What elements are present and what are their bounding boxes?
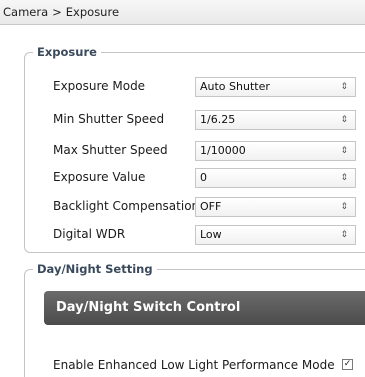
breadcrumb-current: Exposure	[65, 5, 120, 19]
select-arrows-icon: ⇕	[340, 230, 348, 240]
breadcrumb: Camera > Exposure	[0, 0, 365, 25]
backlight-compensation-label: Backlight Compensation	[53, 199, 200, 213]
select-arrows-icon: ⇕	[340, 115, 348, 125]
backlight-compensation-value: OFF	[200, 200, 222, 213]
select-arrows-icon: ⇕	[340, 146, 348, 156]
exposure-value-select[interactable]: 0 ⇕	[195, 168, 356, 188]
breadcrumb-parent[interactable]: Camera	[3, 5, 48, 19]
min-shutter-speed-select[interactable]: 1/6.25 ⇕	[195, 110, 356, 130]
backlight-compensation-select[interactable]: OFF ⇕	[195, 197, 356, 217]
exposure-value-label: Exposure Value	[53, 170, 146, 184]
exposure-mode-value: Auto Shutter	[200, 80, 270, 93]
select-arrows-icon: ⇕	[340, 202, 348, 212]
digital-wdr-label: Digital WDR	[53, 227, 126, 241]
max-shutter-speed-label: Max Shutter Speed	[53, 143, 168, 157]
exposure-mode-label: Exposure Mode	[53, 79, 146, 93]
daynight-legend: Day/Night Setting	[37, 262, 153, 276]
exposure-value-value: 0	[200, 171, 207, 184]
digital-wdr-select[interactable]: Low ⇕	[195, 225, 356, 245]
select-arrows-icon: ⇕	[340, 82, 348, 92]
digital-wdr-value: Low	[200, 228, 222, 241]
exposure-mode-select[interactable]: Auto Shutter ⇕	[195, 77, 356, 97]
enhanced-low-light-checkbox[interactable]: ✓	[342, 359, 353, 370]
min-shutter-speed-label: Min Shutter Speed	[53, 112, 165, 126]
min-shutter-speed-value: 1/6.25	[200, 113, 236, 126]
exposure-legend: Exposure	[37, 45, 97, 59]
breadcrumb-separator: >	[52, 5, 62, 19]
check-mark-icon: ✓	[343, 359, 352, 369]
exposure-settings-page: Camera > Exposure Exposure Exposure Mode A…	[0, 0, 365, 377]
daynight-switch-control-header: Day/Night Switch Control	[44, 291, 365, 325]
max-shutter-speed-value: 1/10000	[200, 144, 246, 157]
max-shutter-speed-select[interactable]: 1/10000 ⇕	[195, 141, 356, 161]
enhanced-low-light-label: Enable Enhanced Low Light Performance Mo…	[53, 358, 335, 372]
select-arrows-icon: ⇕	[340, 173, 348, 183]
